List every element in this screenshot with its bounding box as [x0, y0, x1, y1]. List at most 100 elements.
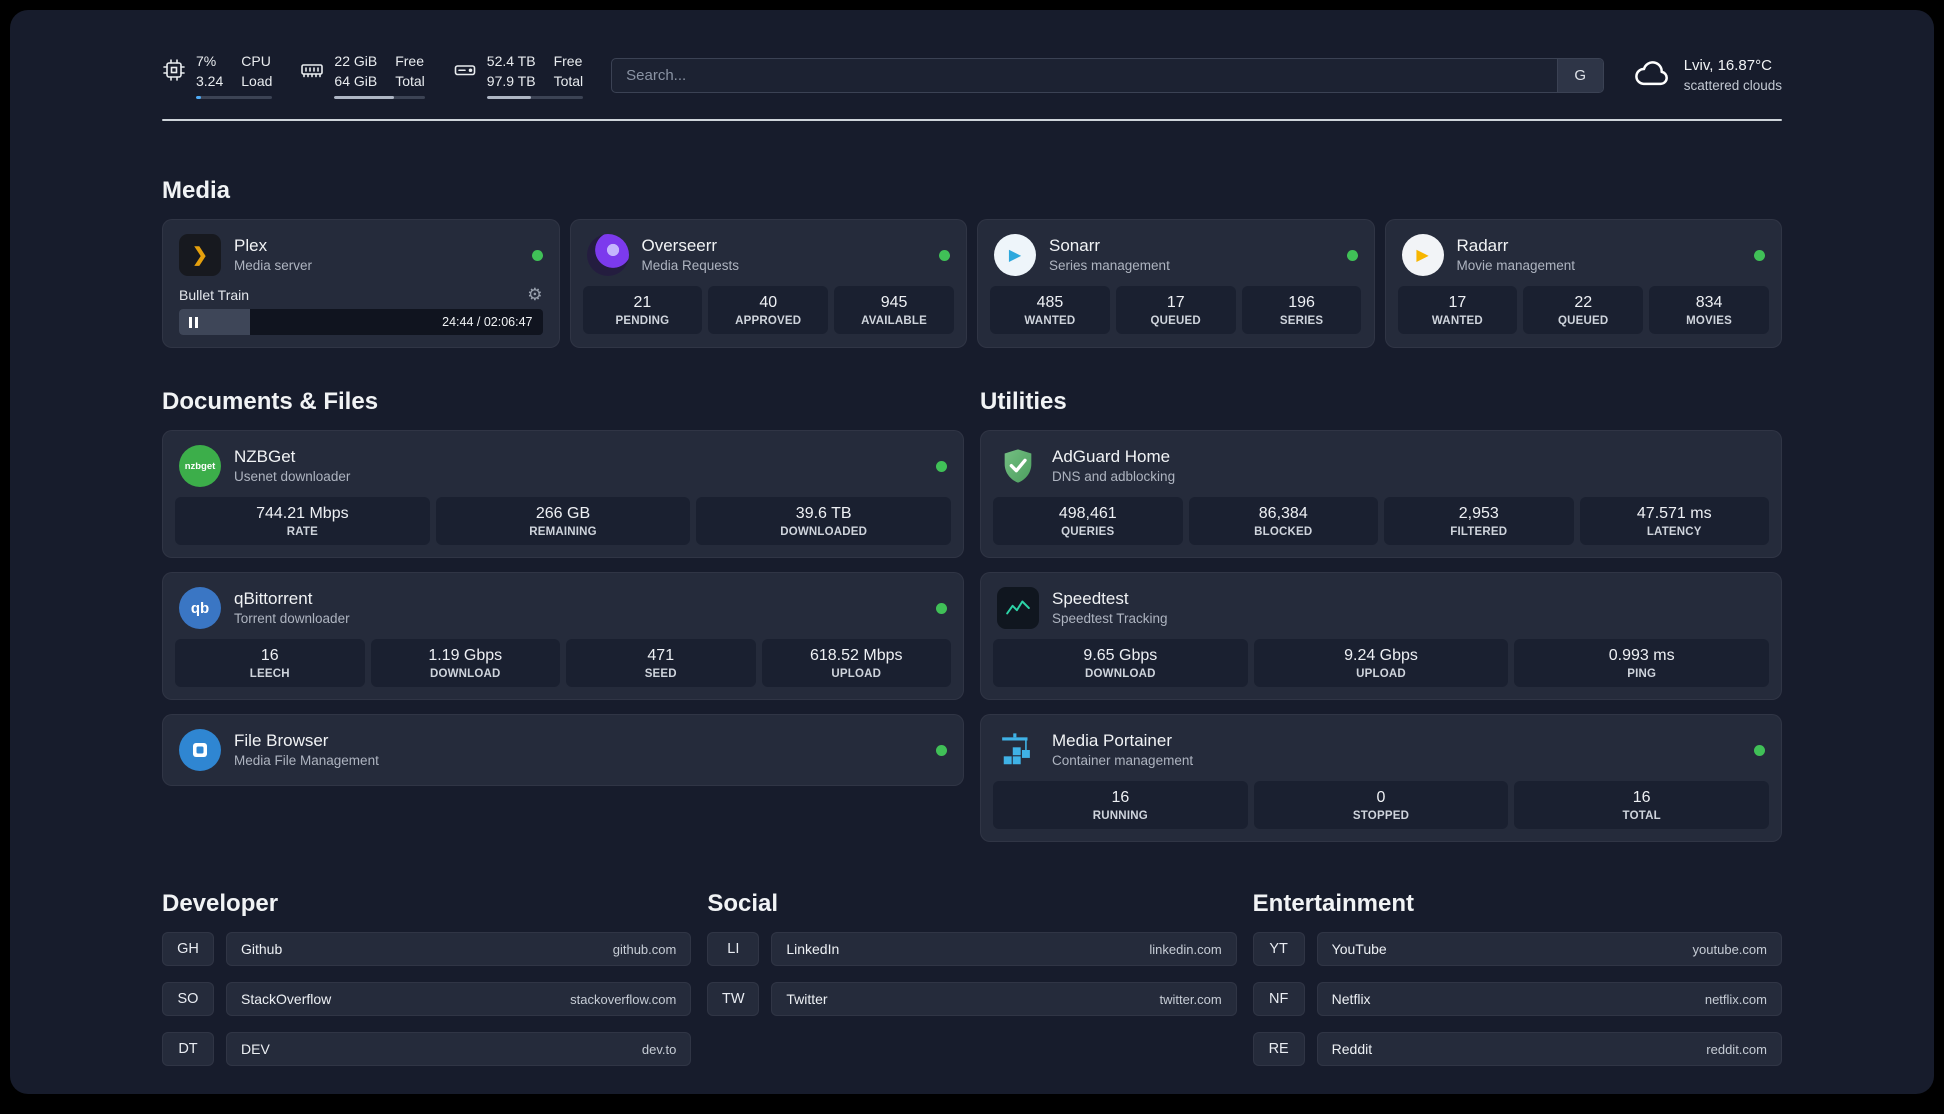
link-url: netflix.com	[1704, 991, 1767, 1007]
stat-label: DOWNLOAD	[1085, 668, 1156, 681]
disk-free-label: Free	[553, 53, 583, 69]
app-name: Overseerr	[641, 236, 718, 256]
stat-label: SEED	[644, 668, 677, 681]
link-abbr: YT	[1252, 932, 1305, 967]
cpu-load-value: 3.24	[196, 72, 224, 89]
sonarr-icon: ▶	[994, 234, 1036, 277]
app-description: Container management	[1052, 753, 1194, 769]
stat-tile: 266 GB REMAINING	[435, 497, 691, 546]
search-input[interactable]	[612, 59, 1557, 93]
link-stackoverflow[interactable]: StackOverflow stackoverflow.com	[226, 982, 692, 1017]
stat-value: 266 GB	[535, 505, 591, 523]
chip-icon	[162, 58, 186, 87]
stat-label: UPLOAD	[1356, 668, 1406, 681]
playback-progress-bar[interactable]: 24:44 / 02:06:47	[179, 309, 543, 336]
link-row-twitter: TW Twitter twitter.com	[707, 982, 1237, 1017]
app-card-adguard[interactable]: AdGuard Home DNS and adblocking 498,461 …	[980, 430, 1782, 559]
link-netflix[interactable]: Netflix netflix.com	[1316, 982, 1782, 1017]
disk-monitor: 52.4 TB 97.9 TB Free Total	[453, 52, 584, 100]
nzbget-icon: nzbget	[179, 445, 221, 488]
ram-total-label: Total	[395, 72, 425, 89]
link-abbr: LI	[707, 932, 760, 967]
link-url: dev.to	[641, 1041, 677, 1057]
stat-tile: 498,461 QUERIES	[993, 497, 1183, 546]
stat-label: LATENCY	[1646, 526, 1702, 539]
app-description: Speedtest Tracking	[1052, 611, 1168, 627]
stat-label: STOPPED	[1352, 810, 1410, 823]
stat-label: REMAINING	[529, 526, 597, 539]
cpu-monitor: 7% 3.24 CPU Load	[162, 52, 273, 100]
stat-value: 0	[1376, 789, 1386, 807]
link-reddit[interactable]: Reddit reddit.com	[1316, 1032, 1782, 1067]
link-dev[interactable]: DEV dev.to	[226, 1032, 692, 1067]
link-github[interactable]: Github github.com	[226, 932, 692, 967]
link-row-github: GH Github github.com	[162, 932, 692, 967]
stat-tile: 16 RUNNING	[993, 781, 1248, 830]
app-card-overseerr[interactable]: Overseerr Media Requests 21 PENDING 40 A…	[569, 219, 967, 349]
cpu-monitor-body: 7% 3.24 CPU Load	[196, 52, 273, 100]
stat-tile: 17 QUEUED	[1115, 286, 1236, 335]
stat-tile: 16 LEECH	[175, 639, 365, 688]
link-youtube[interactable]: YouTube youtube.com	[1316, 932, 1782, 967]
now-playing-title: Bullet Train	[179, 286, 250, 303]
stat-tile: 1.19 Gbps DOWNLOAD	[370, 639, 560, 688]
weather-location: Lviv, 16.87°C	[1683, 57, 1772, 75]
link-url: reddit.com	[1706, 1041, 1767, 1057]
link-linkedin[interactable]: LinkedIn linkedin.com	[771, 932, 1237, 967]
stat-tile: 945 AVAILABLE	[834, 286, 954, 335]
stat-value: 485	[1036, 294, 1064, 312]
disk-total-value: 97.9 TB	[486, 72, 536, 89]
pause-button[interactable]	[189, 316, 198, 328]
stat-value: 498,461	[1058, 505, 1117, 523]
app-card-plex[interactable]: ❯ Plex Media server Bullet Train ⚙ 24:44…	[162, 219, 560, 349]
app-card-filebrowser[interactable]: File Browser Media File Management	[162, 714, 964, 787]
ram-monitor-body: 22 GiB 64 GiB Free Total	[334, 52, 425, 100]
app-card-qbittorrent[interactable]: qb qBittorrent Torrent downloader 16 LEE…	[162, 572, 964, 701]
link-name: Netflix	[1331, 991, 1371, 1008]
app-card-radarr[interactable]: ▶ Radarr Movie management 17 WANTED 22 Q…	[1384, 219, 1782, 349]
app-card-sonarr[interactable]: ▶ Sonarr Series management 485 WANTED 17…	[977, 219, 1375, 349]
dashboard: 7% 3.24 CPU Load 22 GiB 64 GiB Free Tota…	[10, 10, 1934, 1094]
app-name: Speedtest	[1052, 589, 1129, 609]
app-description: Torrent downloader	[234, 611, 350, 627]
cpu-progress-fill	[196, 96, 202, 100]
gear-icon[interactable]: ⚙	[527, 286, 542, 303]
app-name: Plex	[234, 236, 268, 256]
link-name: LinkedIn	[786, 941, 840, 958]
cpu-progress-track	[196, 96, 273, 100]
stat-tile: 196 SERIES	[1241, 286, 1362, 335]
ram-total-value: 64 GiB	[334, 72, 378, 89]
link-url: github.com	[612, 941, 677, 957]
app-card-portainer[interactable]: Media Portainer Container management 16 …	[980, 714, 1782, 843]
plex-icon: ❯	[179, 234, 221, 277]
link-url: linkedin.com	[1149, 941, 1222, 957]
documents-section-title: Documents & Files	[162, 388, 379, 416]
app-card-nzbget[interactable]: nzbget NZBGet Usenet downloader 744.21 M…	[162, 430, 964, 559]
section-utilities: Utilities AdGuard Home DNS and adblockin…	[980, 388, 1782, 843]
app-description: Media Requests	[641, 258, 740, 274]
cpu-percent: 7%	[196, 53, 217, 69]
stat-value: 21	[633, 294, 652, 312]
app-card-speedtest[interactable]: Speedtest Speedtest Tracking 9.65 Gbps D…	[980, 572, 1782, 701]
stat-value: 471	[647, 647, 675, 665]
stat-label: UPLOAD	[831, 668, 882, 681]
search-engine-button[interactable]: G	[1556, 59, 1603, 93]
disk-progress-track	[486, 96, 584, 100]
link-row-netflix: NF Netflix netflix.com	[1252, 982, 1782, 1017]
stat-tile: 16 TOTAL	[1514, 781, 1770, 830]
stat-label: RATE	[286, 526, 318, 539]
stat-tile: 17 WANTED	[1397, 286, 1518, 335]
stat-tile: 40 APPROVED	[708, 286, 829, 335]
link-twitter[interactable]: Twitter twitter.com	[771, 982, 1237, 1017]
stat-value: 196	[1288, 294, 1315, 312]
section-media: Media ❯ Plex Media server Bullet Train ⚙…	[162, 177, 1782, 349]
stat-tile: 21 PENDING	[582, 286, 703, 335]
developer-section-title: Developer	[162, 890, 279, 918]
search-bar: G	[611, 58, 1604, 94]
stat-label: FILTERED	[1450, 526, 1508, 539]
stat-tile: 22 QUEUED	[1523, 286, 1644, 335]
stat-tile: 744.21 Mbps RATE	[175, 497, 430, 546]
disk-monitor-body: 52.4 TB 97.9 TB Free Total	[486, 52, 584, 100]
topbar: 7% 3.24 CPU Load 22 GiB 64 GiB Free Tota…	[162, 10, 1782, 100]
stat-tile: 9.24 Gbps UPLOAD	[1253, 639, 1509, 688]
